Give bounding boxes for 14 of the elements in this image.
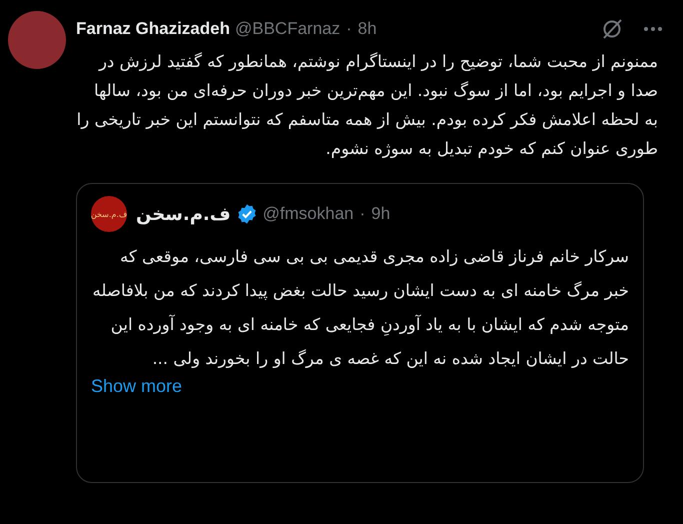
separator-dot: · — [346, 19, 352, 39]
quoted-post-text: سرکار خانم فرناز قاضی زاده مجری قدیمی بی بی سی فارسی، موقعی که خبر مرگ خامنه ای به دست ایشان رسید حالت بغض پیدا کردند که من بلافاصله متوجه شدم که ایشان با به یاد آوردنِ فجایعی که خامنه ای به وجود آورده این حالت در ایشان ایجاد شده نه این که غصه ی مرگ او را بخورند ولی ... — [92, 246, 629, 370]
post-text: ممنونم از محبت شما، توضیح را در اینستاگرام نوشتم، همانطور که گفتید لرزش در صدا و اجرایم بود، اما از سوگ نبود. این مهم‌ترین خبر دوران حرفه‌ای من بود، سالها به لحظه اعلامش فکر کرده بودم. بیش از همه متاسفم که نتوانستم این خبر تاریخی را طوری عنوان کنم که خودم تبدیل به سوژه نشوم. — [76, 51, 658, 160]
quoted-post-card[interactable] — [76, 183, 644, 483]
quoted-author-avatar[interactable]: ف.م.سخن — [91, 196, 127, 232]
separator-dot: · — [360, 204, 366, 224]
author-name[interactable]: Farnaz Ghazizadeh — [76, 19, 230, 39]
author-handle[interactable]: @BBCFarnaz — [234, 19, 340, 39]
post-time[interactable]: 8h — [358, 19, 377, 39]
show-more-link[interactable]: Show more — [91, 376, 182, 397]
quoted-author-handle: @fmsokhan — [262, 204, 354, 224]
more-options-icon[interactable] — [643, 26, 663, 32]
quoted-post-time: 9h — [371, 204, 390, 224]
quoted-author-name: ف.م.سخن — [136, 204, 231, 224]
